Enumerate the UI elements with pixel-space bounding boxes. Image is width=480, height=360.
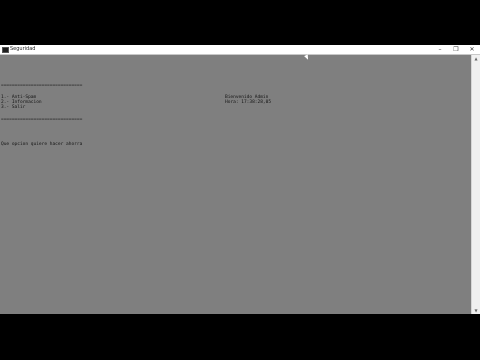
maximize-button[interactable]: ❐ <box>448 45 464 54</box>
window-title: Seguridad <box>10 46 36 52</box>
scroll-down-icon[interactable]: ▼ <box>472 307 480 314</box>
separator-top: ============================== <box>1 83 83 88</box>
console-output[interactable]: ============================== 1.- Anti-… <box>0 55 472 314</box>
vertical-scrollbar[interactable]: ▲ ▼ <box>471 55 480 314</box>
input-prompt: Que opcion quiere hacer ahorra <box>1 142 83 147</box>
close-button[interactable]: ✕ <box>464 45 480 54</box>
console-icon <box>2 47 9 53</box>
menu-item-salir: 3.- Salir <box>1 105 26 110</box>
minimize-button[interactable]: – <box>432 45 448 54</box>
time-text: Hora: 17:38:28,05 <box>225 100 272 105</box>
console-window: Seguridad – ❐ ✕ ========================… <box>0 45 480 314</box>
separator-bottom: ============================== <box>1 117 83 122</box>
window-controls: – ❐ ✕ <box>432 45 480 54</box>
title-bar[interactable]: Seguridad – ❐ ✕ <box>0 45 480 55</box>
scroll-up-icon[interactable]: ▲ <box>472 55 480 62</box>
